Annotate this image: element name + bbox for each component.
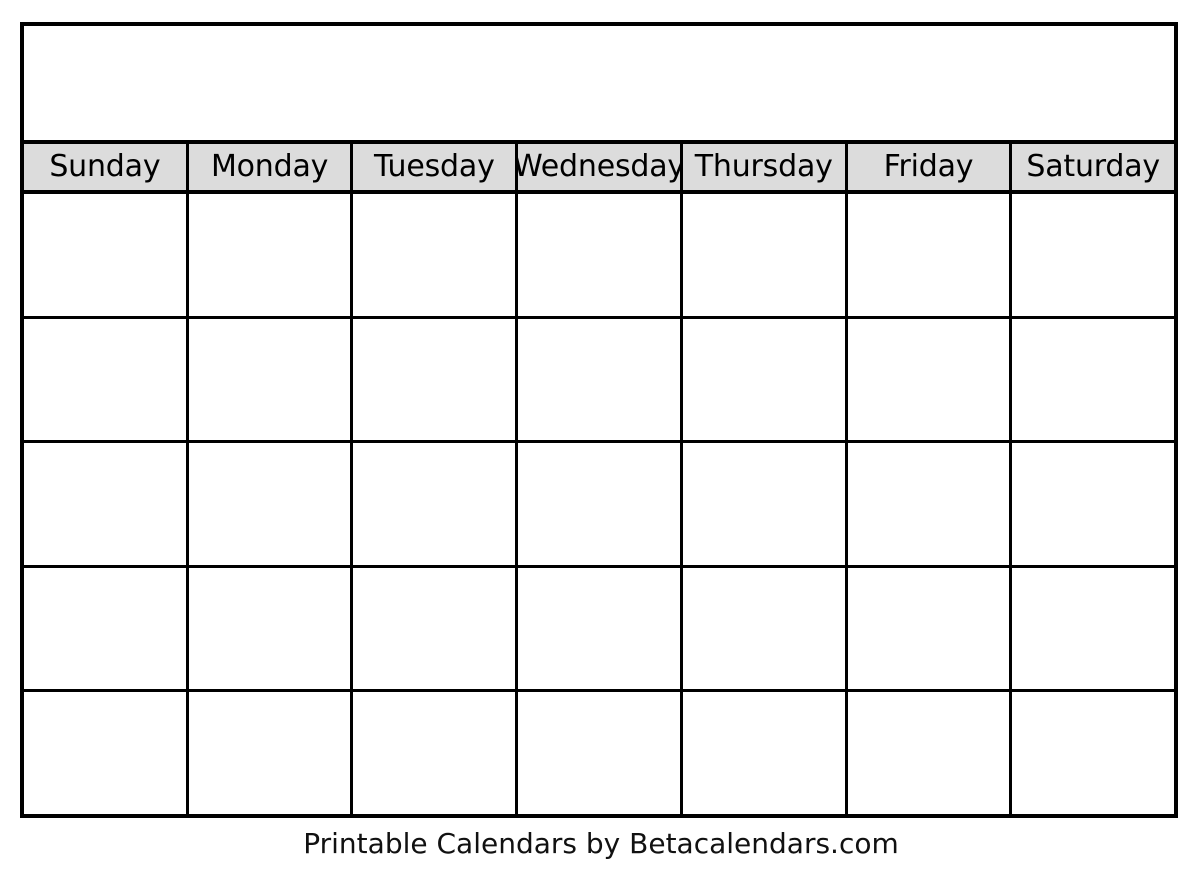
day-cell[interactable] (1012, 194, 1175, 316)
day-cell[interactable] (847, 692, 1013, 814)
weekday-header-row: Sunday Monday Tuesday Wednesday Thursday… (24, 144, 1175, 194)
day-cell[interactable] (682, 194, 848, 316)
day-cell[interactable] (24, 443, 189, 565)
day-cell[interactable] (1012, 318, 1175, 441)
weekday-label: Monday (210, 149, 329, 184)
week-row (24, 692, 1175, 814)
day-cell[interactable] (1012, 692, 1175, 814)
day-cell[interactable] (682, 692, 848, 814)
weekday-header-wednesday: Wednesday (518, 144, 683, 190)
day-cell[interactable] (188, 692, 354, 814)
day-cell[interactable] (518, 443, 683, 565)
day-cell[interactable] (1012, 443, 1175, 565)
weekday-header-tuesday: Tuesday (353, 144, 519, 190)
weekday-header-thursday: Thursday (682, 144, 848, 190)
day-cell[interactable] (518, 318, 683, 441)
calendar-body (24, 194, 1175, 814)
footer-credit-text: Printable Calendars by Betacalendars.com (303, 827, 899, 860)
day-cell[interactable] (682, 443, 848, 565)
day-cell[interactable] (353, 692, 519, 814)
calendar-grid: Sunday Monday Tuesday Wednesday Thursday… (20, 22, 1178, 818)
day-cell[interactable] (353, 567, 519, 690)
day-cell[interactable] (188, 194, 354, 316)
weekday-label: Sunday (49, 149, 161, 184)
weekday-header-sunday: Sunday (24, 144, 189, 190)
day-cell[interactable] (353, 443, 519, 565)
day-cell[interactable] (847, 567, 1013, 690)
day-cell[interactable] (518, 567, 683, 690)
day-cell[interactable] (353, 194, 519, 316)
weekday-label: Friday (883, 149, 974, 184)
week-row (24, 443, 1175, 568)
day-cell[interactable] (1012, 567, 1175, 690)
day-cell[interactable] (847, 443, 1013, 565)
weekday-header-monday: Monday (188, 144, 354, 190)
day-cell[interactable] (24, 567, 189, 690)
day-cell[interactable] (24, 692, 189, 814)
day-cell[interactable] (682, 318, 848, 441)
week-row (24, 567, 1175, 693)
day-cell[interactable] (518, 194, 683, 316)
day-cell[interactable] (188, 567, 354, 690)
day-cell[interactable] (518, 692, 683, 814)
calendar-page: Sunday Monday Tuesday Wednesday Thursday… (0, 0, 1202, 869)
weekday-header-friday: Friday (847, 144, 1013, 190)
footer: Printable Calendars by Betacalendars.com (0, 822, 1202, 866)
weekday-header-saturday: Saturday (1012, 144, 1175, 190)
day-cell[interactable] (24, 318, 189, 441)
week-row (24, 318, 1175, 444)
weekday-label: Saturday (1026, 149, 1160, 184)
week-row (24, 194, 1175, 319)
day-cell[interactable] (24, 194, 189, 316)
calendar-title-bar[interactable] (24, 26, 1174, 144)
weekday-label: Thursday (694, 149, 833, 184)
day-cell[interactable] (353, 318, 519, 441)
weekday-label: Tuesday (373, 149, 495, 184)
day-cell[interactable] (847, 318, 1013, 441)
day-cell[interactable] (188, 318, 354, 441)
day-cell[interactable] (682, 567, 848, 690)
day-cell[interactable] (847, 194, 1013, 316)
weekday-label: Wednesday (518, 149, 683, 184)
day-cell[interactable] (188, 443, 354, 565)
